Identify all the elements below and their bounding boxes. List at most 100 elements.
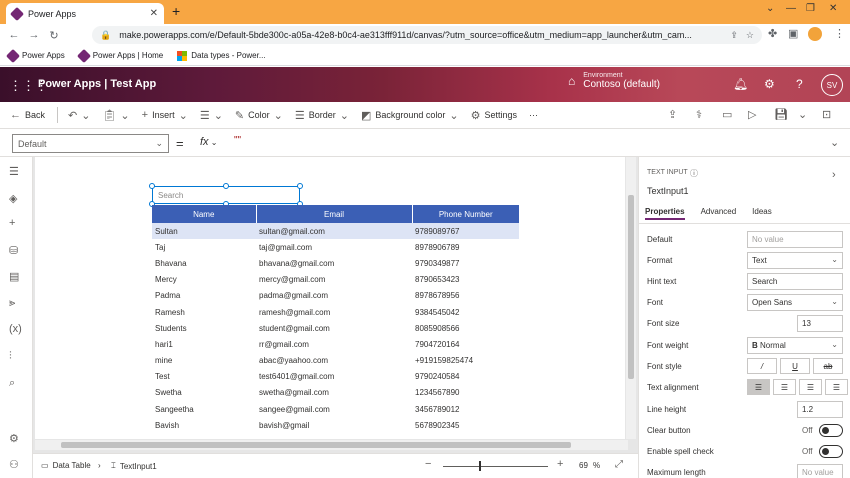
gear-icon[interactable]: ⚙ xyxy=(764,77,775,91)
border-button[interactable]: ☰ Border ⌄ xyxy=(295,109,349,122)
clear-button-toggle[interactable] xyxy=(819,424,843,437)
sidepanel-icon[interactable]: ▣ xyxy=(788,27,798,40)
chevron-down-icon[interactable]: ⌄ xyxy=(798,108,807,121)
formula-input[interactable]: "" xyxy=(234,135,241,146)
bookmark-powerapps-home[interactable]: Power Apps | Home xyxy=(76,48,163,63)
forward-arrow-icon[interactable]: → xyxy=(24,29,44,41)
hamburger-icon[interactable]: ☰ xyxy=(9,165,19,178)
breadcrumb-control[interactable]: ⌶ TextInput1 xyxy=(111,461,157,471)
resize-handle[interactable] xyxy=(223,183,229,189)
property-dropdown[interactable]: Default ⌄ xyxy=(12,134,169,153)
table-row[interactable]: Ramesh ramesh@gmail.com 9384545042 xyxy=(152,304,519,320)
zoom-in-button[interactable]: + xyxy=(557,458,563,470)
environment-picker[interactable]: ⌂ Environment Contoso (default) xyxy=(568,72,660,90)
line-height-field[interactable]: 1.2 xyxy=(797,401,843,418)
table-row[interactable]: Students student@gmail.com 8085908566 xyxy=(152,320,519,336)
chevron-down-icon[interactable]: ⌄ xyxy=(766,3,774,14)
font-dropdown[interactable]: Open Sans ⌄ xyxy=(747,294,843,311)
stethoscope-icon[interactable]: ⚕ xyxy=(696,108,702,121)
tab-advanced[interactable]: Advanced xyxy=(701,207,737,220)
breadcrumb-screen[interactable]: ▭ Data Table xyxy=(41,461,91,470)
more-button[interactable]: ··· xyxy=(529,110,538,120)
chevron-down-icon[interactable]: ⌄ xyxy=(830,136,839,149)
user-icon[interactable]: ⚇ xyxy=(9,458,19,471)
align-left-icon[interactable]: ☰ xyxy=(747,379,770,395)
reload-icon[interactable]: ↻ xyxy=(44,29,64,42)
table-row[interactable]: Bhavana bhavana@gmail.com 9790349877 xyxy=(152,255,519,271)
back-button[interactable]: ← Back xyxy=(10,109,45,121)
browser-profile-avatar[interactable] xyxy=(808,27,822,41)
hint-text-field[interactable]: Search xyxy=(747,273,843,290)
underline-icon[interactable]: U xyxy=(780,358,810,374)
format-dropdown[interactable]: Text ⌄ xyxy=(747,252,843,269)
tools-icon[interactable]: ⫶ xyxy=(9,350,12,363)
extension-icon[interactable]: ✤ xyxy=(768,27,777,40)
align-center-icon[interactable]: ☰ xyxy=(773,379,796,395)
column-header[interactable]: Phone Number xyxy=(412,205,519,223)
undo-button[interactable]: ↶ ⌄ xyxy=(68,109,90,122)
scrollbar-thumb[interactable] xyxy=(628,195,634,379)
bookmark-data-types[interactable]: Data types - Power... xyxy=(177,50,266,61)
play-icon[interactable]: ▷ xyxy=(748,108,756,121)
table-row[interactable]: Swetha swetha@gmail.com 1234567890 xyxy=(152,385,519,401)
star-icon[interactable]: ☆ xyxy=(746,30,754,41)
align-right-icon[interactable]: ☰ xyxy=(799,379,822,395)
column-header[interactable]: Name xyxy=(152,205,257,223)
tab-ideas[interactable]: Ideas xyxy=(752,207,772,220)
fit-to-window-icon[interactable]: ⤢ xyxy=(615,459,623,470)
data-table[interactable]: Name Email Phone Number Sultan sultan@gma… xyxy=(152,205,519,433)
table-row[interactable]: mine abac@yaahoo.com +919159825474 xyxy=(152,353,519,369)
table-row[interactable]: Mercy mercy@gmail.com 8790653423 xyxy=(152,272,519,288)
table-row[interactable]: Test test6401@gmail.com 9790240584 xyxy=(152,369,519,385)
table-row[interactable]: Taj taj@gmail.com 8978906789 xyxy=(152,239,519,255)
restore-icon[interactable]: ❐ xyxy=(806,3,815,14)
window-close-icon[interactable]: ✕ xyxy=(829,3,837,14)
vertical-scrollbar[interactable] xyxy=(626,157,636,439)
chevron-right-icon[interactable]: › xyxy=(832,169,836,181)
max-length-field[interactable]: No value xyxy=(797,464,843,478)
tab-properties[interactable]: Properties xyxy=(645,207,685,220)
horizontal-scrollbar[interactable] xyxy=(35,440,628,450)
table-row[interactable]: Sangeetha sangee@gmail.com 3456789012 xyxy=(152,401,519,417)
publish-icon[interactable]: ⊡ xyxy=(822,108,831,121)
plus-icon[interactable]: + xyxy=(9,217,15,229)
comment-icon[interactable]: ▭ xyxy=(722,108,732,121)
browser-tab[interactable]: Power Apps ✕ xyxy=(6,3,164,24)
database-icon[interactable]: ⛁ xyxy=(9,244,18,257)
close-icon[interactable]: ✕ xyxy=(150,8,158,19)
settings-button[interactable]: ⚙ Settings xyxy=(471,109,517,122)
help-icon[interactable]: ? xyxy=(796,77,803,91)
font-weight-dropdown[interactable]: B Normal ⌄ xyxy=(747,337,843,354)
media-icon[interactable]: ▤ xyxy=(9,270,19,283)
search-icon[interactable]: ⌕ xyxy=(9,377,15,390)
back-arrow-icon[interactable]: ← xyxy=(4,29,24,41)
default-field[interactable]: No value xyxy=(747,231,843,248)
zoom-slider[interactable] xyxy=(443,466,548,467)
background-color-button[interactable]: ◩ Background color ⌄ xyxy=(361,109,459,122)
zoom-slider-thumb[interactable] xyxy=(479,461,481,471)
bell-icon[interactable]: 🔔︎ xyxy=(733,77,748,91)
zoom-out-button[interactable]: − xyxy=(425,458,431,470)
share-icon[interactable]: ⇪ xyxy=(730,30,738,41)
help-icon[interactable]: ⓘ xyxy=(690,168,698,179)
minimize-icon[interactable]: — xyxy=(786,3,796,14)
new-tab-icon[interactable]: + xyxy=(172,3,180,19)
resize-handle[interactable] xyxy=(149,183,155,189)
paste-button[interactable]: 📋︎ ⌄ xyxy=(102,109,129,122)
layers-icon[interactable]: ◈ xyxy=(9,192,17,205)
color-button[interactable]: ✎ Color ⌄ xyxy=(235,109,283,122)
spell-check-toggle[interactable] xyxy=(819,445,843,458)
column-header[interactable]: Email xyxy=(256,205,413,223)
kebab-menu-icon[interactable]: ⋮ xyxy=(834,27,845,40)
bookmark-powerapps[interactable]: Power Apps xyxy=(5,48,65,63)
scrollbar-thumb[interactable] xyxy=(61,442,571,448)
variables-icon[interactable]: (x) xyxy=(9,323,22,335)
strikethrough-icon[interactable]: ab xyxy=(813,358,843,374)
align-justify-icon[interactable]: ☰ xyxy=(825,379,848,395)
share-icon[interactable]: ⇪ xyxy=(668,108,677,121)
app-screen[interactable]: Search Name Email Phone Number Sultan sul… xyxy=(35,157,625,439)
resize-handle[interactable] xyxy=(297,183,303,189)
gear-icon[interactable]: ⚙ xyxy=(9,432,19,445)
table-row[interactable]: hari1 rr@gmail.com 7904720164 xyxy=(152,336,519,352)
fx-button[interactable]: fx ⌄ xyxy=(200,136,218,148)
